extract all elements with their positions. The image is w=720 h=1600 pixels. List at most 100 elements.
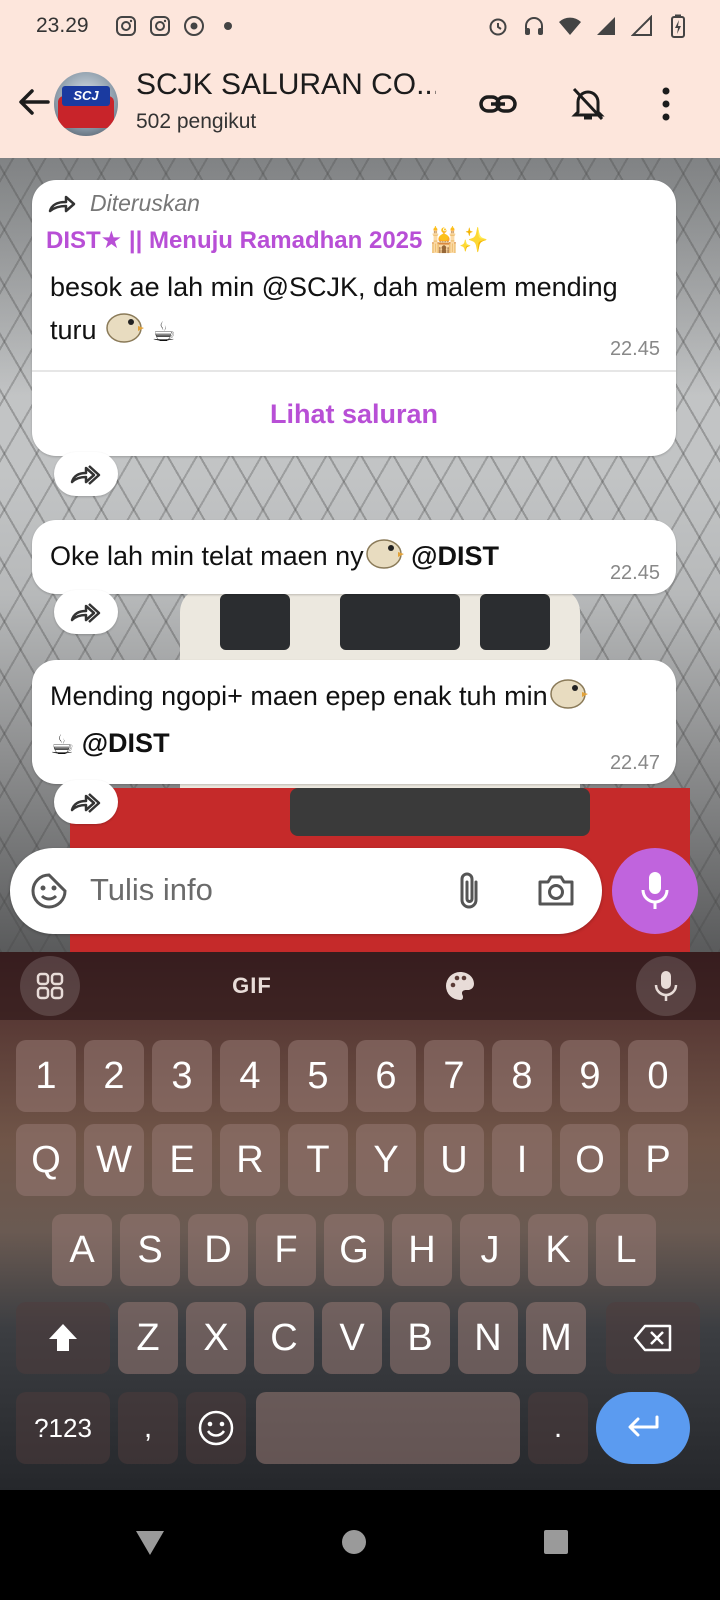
keyboard-apps-button[interactable] [20,956,80,1016]
key-k[interactable]: K [528,1214,588,1286]
key-9[interactable]: 9 [560,1040,620,1112]
nav-back-button[interactable] [120,1512,180,1572]
back-button[interactable] [14,82,54,122]
share-forward-icon [70,793,101,813]
more-vertical-icon [662,87,670,121]
backspace-key[interactable] [606,1302,700,1374]
key-q[interactable]: Q [16,1124,76,1196]
key-4[interactable]: 4 [220,1040,280,1112]
message-input[interactable]: Tulis info [10,848,602,934]
message-time: 22.47 [609,752,660,774]
comma-key[interactable]: , [118,1392,178,1464]
key-5[interactable]: 5 [288,1040,348,1112]
key-e[interactable]: E [152,1124,212,1196]
period-key[interactable]: . [528,1392,588,1464]
message-text-line: besok ae lah min @SCJK, dah malem mendin… [50,272,618,302]
gif-button[interactable]: GIF [222,956,282,1016]
status-time: 23.29 [36,14,89,37]
more-options-button[interactable] [642,80,690,128]
key-6[interactable]: 6 [356,1040,416,1112]
key-s[interactable]: S [120,1214,180,1286]
forward-button[interactable] [54,590,118,634]
key-2[interactable]: 2 [84,1040,144,1112]
link-icon [479,95,517,113]
forward-button[interactable] [54,780,118,824]
palette-icon [446,972,475,1000]
bird-emoji-icon [104,308,145,356]
forwarded-label: Diteruskan [90,190,200,216]
space-key[interactable] [256,1392,520,1464]
chat-area[interactable]: Diteruskan DIST★ || Menuju Ramadhan 2025… [0,158,720,952]
instagram-icon [148,14,172,38]
key-g[interactable]: G [324,1214,384,1286]
theme-button[interactable] [430,956,490,1016]
mute-notifications-button[interactable] [564,80,612,128]
forwarded-header: Diteruskan [48,190,200,217]
key-z[interactable]: Z [118,1302,178,1374]
grid-icon [36,972,64,1000]
key-i[interactable]: I [492,1124,552,1196]
coffee-emoji: ☕ [151,317,176,347]
key-7[interactable]: 7 [424,1040,484,1112]
keyboard-toolbar: GIF [0,952,720,1020]
key-w[interactable]: W [84,1124,144,1196]
key-y[interactable]: Y [356,1124,416,1196]
voice-record-button[interactable] [612,848,698,934]
channel-avatar[interactable]: SCJ [54,72,118,136]
emoji-key[interactable] [186,1392,246,1464]
keyboard-voice-button[interactable] [636,956,696,1016]
key-b[interactable]: B [390,1302,450,1374]
battery-charging-icon [666,14,690,38]
paperclip-icon [460,872,478,909]
forward-button[interactable] [54,452,118,496]
link-button[interactable] [474,80,522,128]
key-3[interactable]: 3 [152,1040,212,1112]
key-j[interactable]: J [460,1214,520,1286]
key-d[interactable]: D [188,1214,248,1286]
key-o[interactable]: O [560,1124,620,1196]
message-bubble[interactable]: Mending ngopi+ maen epep enak tuh min ☕ … [32,660,676,784]
key-u[interactable]: U [424,1124,484,1196]
message-bubble[interactable]: Oke lah min telat maen ny @DIST 22.45 [32,520,676,594]
mention-link[interactable]: @DIST [411,541,499,571]
enter-key[interactable] [596,1392,690,1464]
shift-key[interactable] [16,1302,110,1374]
key-x[interactable]: X [186,1302,246,1374]
key-0[interactable]: 0 [628,1040,688,1112]
symbols-key[interactable]: ?123 [16,1392,110,1464]
channel-title[interactable]: SCJK SALURAN CO... [136,68,436,102]
message-time: 22.45 [609,562,660,584]
arrow-left-icon [19,89,50,115]
key-v[interactable]: V [322,1302,382,1374]
key-n[interactable]: N [458,1302,518,1374]
key-8[interactable]: 8 [492,1040,552,1112]
microphone-icon [654,971,678,1001]
key-m[interactable]: M [526,1302,586,1374]
shift-arrow-icon [49,1324,77,1351]
attach-button[interactable] [454,870,484,917]
nav-home-button[interactable] [324,1512,384,1572]
key-1[interactable]: 1 [16,1040,76,1112]
key-f[interactable]: F [256,1214,316,1286]
key-h[interactable]: H [392,1214,452,1286]
mention-link[interactable]: @DIST [82,728,170,758]
message-text-fragment: Oke lah min telat maen ny [50,541,364,572]
camera-icon [538,875,574,906]
smiley-icon [198,1410,234,1446]
key-c[interactable]: C [254,1302,314,1374]
forwarded-message-bubble[interactable]: Diteruskan DIST★ || Menuju Ramadhan 2025… [32,180,676,456]
chrome-icon [182,14,206,38]
camera-button[interactable] [536,872,576,913]
key-r[interactable]: R [220,1124,280,1196]
key-l[interactable]: L [596,1214,656,1286]
more-notifications-dot-icon [216,14,240,38]
bell-off-icon [571,87,605,121]
view-channel-button[interactable]: Lihat saluran [32,372,676,456]
nav-recents-button[interactable] [526,1512,586,1572]
key-p[interactable]: P [628,1124,688,1196]
key-t[interactable]: T [288,1124,348,1196]
key-a[interactable]: A [52,1214,112,1286]
sticker-button[interactable] [30,872,68,915]
soft-keyboard: GIF 1 2 3 4 5 6 7 8 9 0 Q W E R T Y U I … [0,952,720,1490]
source-channel-name[interactable]: DIST★ || Menuju Ramadhan 2025 🕌✨ [46,226,489,255]
